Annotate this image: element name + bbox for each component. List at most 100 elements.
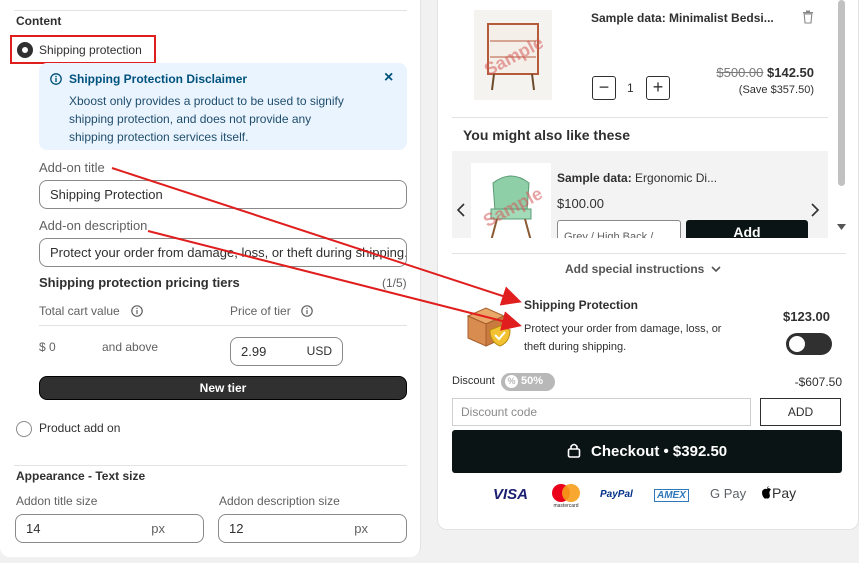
addon-title-input[interactable]: Shipping Protection	[39, 180, 407, 209]
info-icon[interactable]	[131, 305, 143, 317]
divider	[14, 465, 407, 466]
checkout-button[interactable]: Checkout • $392.50	[452, 430, 842, 473]
protection-price: $123.00	[783, 309, 830, 324]
upsell-image: Sample	[471, 163, 551, 238]
info-icon	[50, 73, 62, 85]
protection-desc-line: Protect your order from damage, loss, or	[524, 323, 722, 335]
lock-icon	[567, 443, 581, 458]
chevron-right-icon[interactable]	[810, 203, 820, 217]
tier-price-input[interactable]: 2.99 USD	[230, 337, 343, 366]
new-tier-button[interactable]: New tier	[39, 376, 407, 400]
paypal-icon: PayPal	[600, 489, 633, 500]
variant-value: Grey / High Back / ...	[564, 231, 666, 238]
package-shield-icon	[466, 307, 511, 347]
px-unit: px	[151, 521, 165, 536]
increase-qty-button[interactable]: +	[646, 76, 670, 100]
scrollbar[interactable]	[836, 0, 848, 240]
disclaimer-body: Xboost only provides a product to be use…	[69, 92, 344, 146]
tier-price-value: 2.99	[241, 344, 267, 359]
divider	[452, 117, 828, 118]
product-image: Sample	[474, 10, 552, 100]
addon-desc-size-label: Addon description size	[219, 494, 340, 508]
settings-panel: Content Shipping protection Shipping Pro…	[0, 0, 421, 557]
upsell-prefix: Sample data:	[557, 171, 632, 185]
cart-item-title[interactable]: Sample data: Minimalist Bedsi...	[591, 11, 774, 25]
price-of-tier-header: Price of tier	[230, 304, 291, 318]
protection-title: Shipping Protection	[524, 298, 638, 312]
upsell-title[interactable]: Sample data: Ergonomic Di...	[557, 171, 717, 185]
apple-pay-label: Pay	[772, 485, 797, 501]
variant-select[interactable]: Grey / High Back / ...	[557, 220, 681, 238]
addon-description-input[interactable]: Protect your order from damage, loss, or…	[39, 238, 407, 267]
discount-badge: % 50%	[501, 373, 555, 391]
save-amount: (Save $357.50)	[738, 84, 814, 96]
tier-currency: USD	[306, 344, 332, 358]
addon-title-size-label: Addon title size	[16, 494, 98, 508]
visa-icon: VISA	[493, 486, 529, 503]
disclaimer-line: shipping protection, and does not provid…	[69, 112, 312, 126]
shipping-protection-radio[interactable]	[17, 42, 33, 58]
total-cart-value-header: Total cart value	[39, 304, 120, 318]
appearance-heading: Appearance - Text size	[16, 469, 146, 483]
sale-price: $142.50	[767, 65, 814, 80]
upsell-price: $100.00	[557, 196, 604, 211]
upsell-heading: You might also like these	[463, 127, 631, 143]
cart-item-prefix: Sample data:	[591, 11, 666, 25]
px-unit: px	[354, 521, 368, 536]
tiers-count: (1/5)	[382, 276, 407, 290]
decrease-qty-button[interactable]: −	[592, 76, 616, 100]
discount-code-input[interactable]: Discount code	[452, 398, 751, 426]
addon-title-size-input[interactable]: 14 px	[15, 514, 204, 543]
qty-value: 1	[627, 81, 634, 95]
amex-icon: AMEX	[654, 489, 689, 502]
percent-icon: %	[505, 375, 518, 388]
tier-min-value: $ 0	[39, 340, 56, 354]
google-pay-icon: G Pay	[710, 486, 747, 501]
pricing-tiers-heading: Shipping protection pricing tiers	[39, 275, 240, 290]
upsell-card: Sample Sample data: Ergonomic Di... $100…	[452, 151, 828, 238]
scrollbar-thumb[interactable]	[838, 0, 845, 186]
special-instructions-label: Add special instructions	[565, 262, 705, 276]
divider	[39, 325, 407, 326]
close-icon[interactable]: ×	[384, 69, 393, 87]
protection-description: Protect your order from damage, loss, or…	[524, 320, 721, 356]
cart-preview: Sample Sample data: Minimalist Bedsi... …	[437, 0, 859, 530]
mastercard-text: mastercard	[553, 503, 579, 509]
divider	[452, 253, 846, 254]
discount-apply-button[interactable]: ADD	[760, 398, 841, 426]
shipping-protection-option[interactable]: Shipping protection	[10, 35, 156, 64]
protection-desc-line: theft during shipping.	[524, 341, 627, 353]
divider	[14, 10, 407, 11]
shipping-protection-label: Shipping protection	[39, 43, 142, 57]
trash-icon[interactable]	[802, 10, 814, 24]
info-icon[interactable]	[301, 305, 313, 317]
discount-placeholder: Discount code	[461, 405, 538, 419]
addon-description-label: Add-on description	[39, 218, 148, 233]
discount-label: Discount	[452, 375, 495, 387]
cart-item-name: Minimalist Bedsi...	[669, 11, 774, 25]
product-addon-label: Product add on	[39, 421, 121, 435]
old-price: $500.00	[716, 65, 764, 80]
chevron-down-icon	[711, 266, 721, 273]
apple-icon	[762, 486, 771, 499]
discount-badge-value: 50%	[521, 375, 544, 387]
upsell-add-button[interactable]: Add	[686, 220, 808, 238]
disclaimer-title: Shipping Protection Disclaimer	[69, 72, 248, 86]
product-addon-radio[interactable]	[16, 421, 32, 437]
scroll-down-icon[interactable]	[837, 224, 846, 230]
addon-title-label: Add-on title	[39, 160, 105, 175]
protection-toggle[interactable]	[786, 333, 832, 355]
tier-and-above: and above	[102, 340, 159, 354]
content-heading: Content	[16, 14, 62, 28]
apple-pay-icon: Pay	[761, 485, 796, 501]
toggle-knob	[789, 336, 805, 352]
cart-item-price: $500.00 $142.50	[716, 65, 814, 80]
addon-desc-size-value: 12	[229, 521, 244, 536]
disclaimer-line: Xboost only provides a product to be use…	[69, 94, 344, 108]
chevron-left-icon[interactable]	[456, 203, 466, 217]
upsell-name: Ergonomic Di...	[635, 171, 718, 185]
addon-desc-size-input[interactable]: 12 px	[218, 514, 407, 543]
disclaimer-banner: Shipping Protection Disclaimer × Xboost …	[39, 63, 407, 150]
addon-title-size-value: 14	[26, 521, 41, 536]
special-instructions-link[interactable]: Add special instructions	[565, 262, 721, 276]
